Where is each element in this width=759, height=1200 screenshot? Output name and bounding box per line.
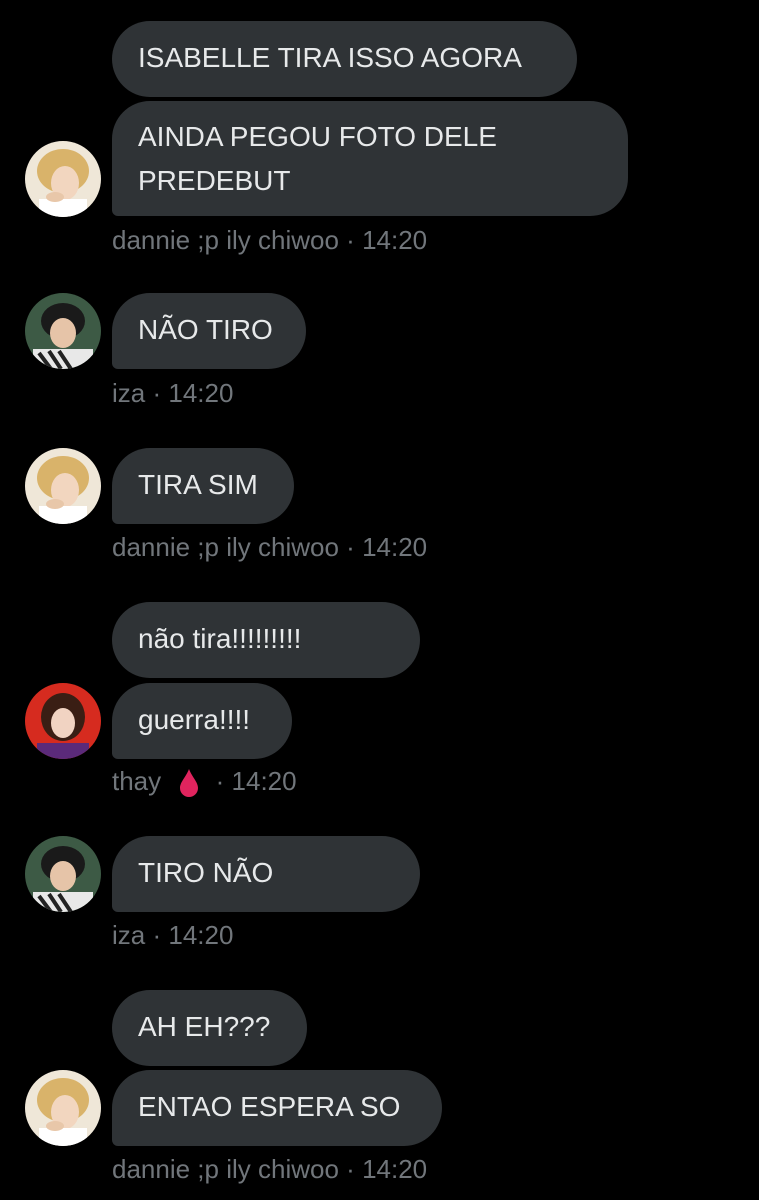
avatar-dannie-image	[25, 141, 101, 217]
message-text: NÃO TIRO	[138, 314, 273, 345]
message-bubble[interactable]: ISABELLE TIRA ISSO AGORA	[112, 21, 577, 97]
avatar-iza-image	[25, 836, 101, 912]
timestamp: 14:20	[362, 1154, 428, 1184]
message-text-line: PREDEBUT	[138, 165, 291, 196]
message-bubble[interactable]: NÃO TIRO	[112, 293, 306, 369]
message-bubble[interactable]: AH EH???	[112, 990, 307, 1066]
message-text-line: AINDA PEGOU FOTO DELE	[138, 121, 497, 152]
message-text: guerra!!!!	[138, 704, 251, 735]
avatar-dannie-image	[25, 448, 101, 524]
meta-separator: ·	[152, 378, 162, 408]
message-meta: dannie ;p ily chiwoo · 14:20	[112, 225, 427, 255]
timestamp: 14:20	[168, 378, 234, 408]
red-drop-icon	[180, 769, 199, 798]
meta-separator: ·	[215, 766, 225, 796]
avatar-dannie[interactable]	[25, 1070, 101, 1146]
message-text: ISABELLE TIRA ISSO AGORA	[138, 42, 522, 73]
meta-separator: ·	[152, 920, 162, 950]
message-bubble[interactable]: AINDA PEGOU FOTO DELE PREDEBUT	[112, 101, 628, 216]
timestamp: 14:20	[362, 532, 428, 562]
avatar-dannie-image	[25, 1070, 101, 1146]
sender-name: dannie ;p ily chiwoo	[112, 225, 339, 255]
message-bubble[interactable]: TIRA SIM	[112, 448, 294, 524]
message-bubble[interactable]: ENTAO ESPERA SO	[112, 1070, 442, 1146]
avatar-dannie[interactable]	[25, 141, 101, 217]
message-text: não tira!!!!!!!!!	[138, 623, 302, 654]
message-bubble[interactable]: TIRO NÃO	[112, 836, 420, 912]
avatar-iza[interactable]	[25, 293, 101, 369]
message-bubble[interactable]: guerra!!!!	[112, 683, 292, 759]
avatar-thay-image	[25, 683, 101, 759]
message-meta: dannie ;p ily chiwoo · 14:20	[112, 1154, 427, 1184]
avatar-iza-image	[25, 293, 101, 369]
message-text: ENTAO ESPERA SO	[138, 1091, 401, 1122]
sender-name: dannie ;p ily chiwoo	[112, 1154, 339, 1184]
message-text: TIRO NÃO	[138, 857, 274, 888]
message-bubble[interactable]: não tira!!!!!!!!!	[112, 602, 420, 678]
timestamp: 14:20	[362, 225, 428, 255]
message-meta: thay · 14:20	[112, 766, 297, 798]
message-meta: iza · 14:20	[112, 920, 233, 950]
message-meta: dannie ;p ily chiwoo · 14:20	[112, 532, 427, 562]
meta-separator: ·	[346, 225, 355, 255]
meta-separator: ·	[346, 532, 355, 562]
sender-name: iza	[112, 378, 146, 408]
sender-name: dannie ;p ily chiwoo	[112, 532, 339, 562]
meta-separator: ·	[346, 1154, 355, 1184]
message-meta: iza · 14:20	[112, 378, 233, 408]
message-text: TIRA SIM	[138, 469, 258, 500]
timestamp: 14:20	[168, 920, 234, 950]
avatar-dannie[interactable]	[25, 448, 101, 524]
sender-name: iza	[112, 920, 146, 950]
message-text: AH EH???	[138, 1011, 271, 1042]
avatar-thay[interactable]	[25, 683, 101, 759]
avatar-iza[interactable]	[25, 836, 101, 912]
timestamp: 14:20	[231, 766, 297, 796]
sender-name: thay	[112, 766, 162, 796]
